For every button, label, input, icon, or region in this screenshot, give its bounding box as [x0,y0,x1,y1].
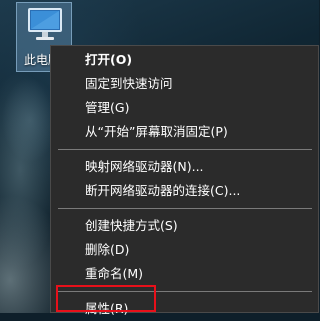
context-menu: 打开(O) 固定到快速访问 管理(G) 从“开始”屏幕取消固定(P) 映射网络驱动器(N… [50,45,319,316]
menu-separator [58,291,312,292]
map-network-drive-menu-item[interactable]: 映射网络驱动器(N)... [51,155,318,179]
pin-to-quick-access-menu-item[interactable]: 固定到快速访问 [51,72,318,96]
disconnect-network-drive-menu-item[interactable]: 断开网络驱动器的连接(C)... [51,179,318,203]
delete-menu-item[interactable]: 删除(D) [51,238,318,262]
menu-separator [58,149,312,150]
menu-separator [58,208,312,209]
open-menu-item[interactable]: 打开(O) [51,48,318,72]
unpin-from-start-menu-item[interactable]: 从“开始”屏幕取消固定(P) [51,120,318,144]
create-shortcut-menu-item[interactable]: 创建快捷方式(S) [51,214,318,238]
rename-menu-item[interactable]: 重命名(M) [51,262,318,286]
properties-menu-item[interactable]: 属性(R) [51,297,318,321]
monitor-icon [28,8,62,40]
manage-menu-item[interactable]: 管理(G) [51,96,318,120]
